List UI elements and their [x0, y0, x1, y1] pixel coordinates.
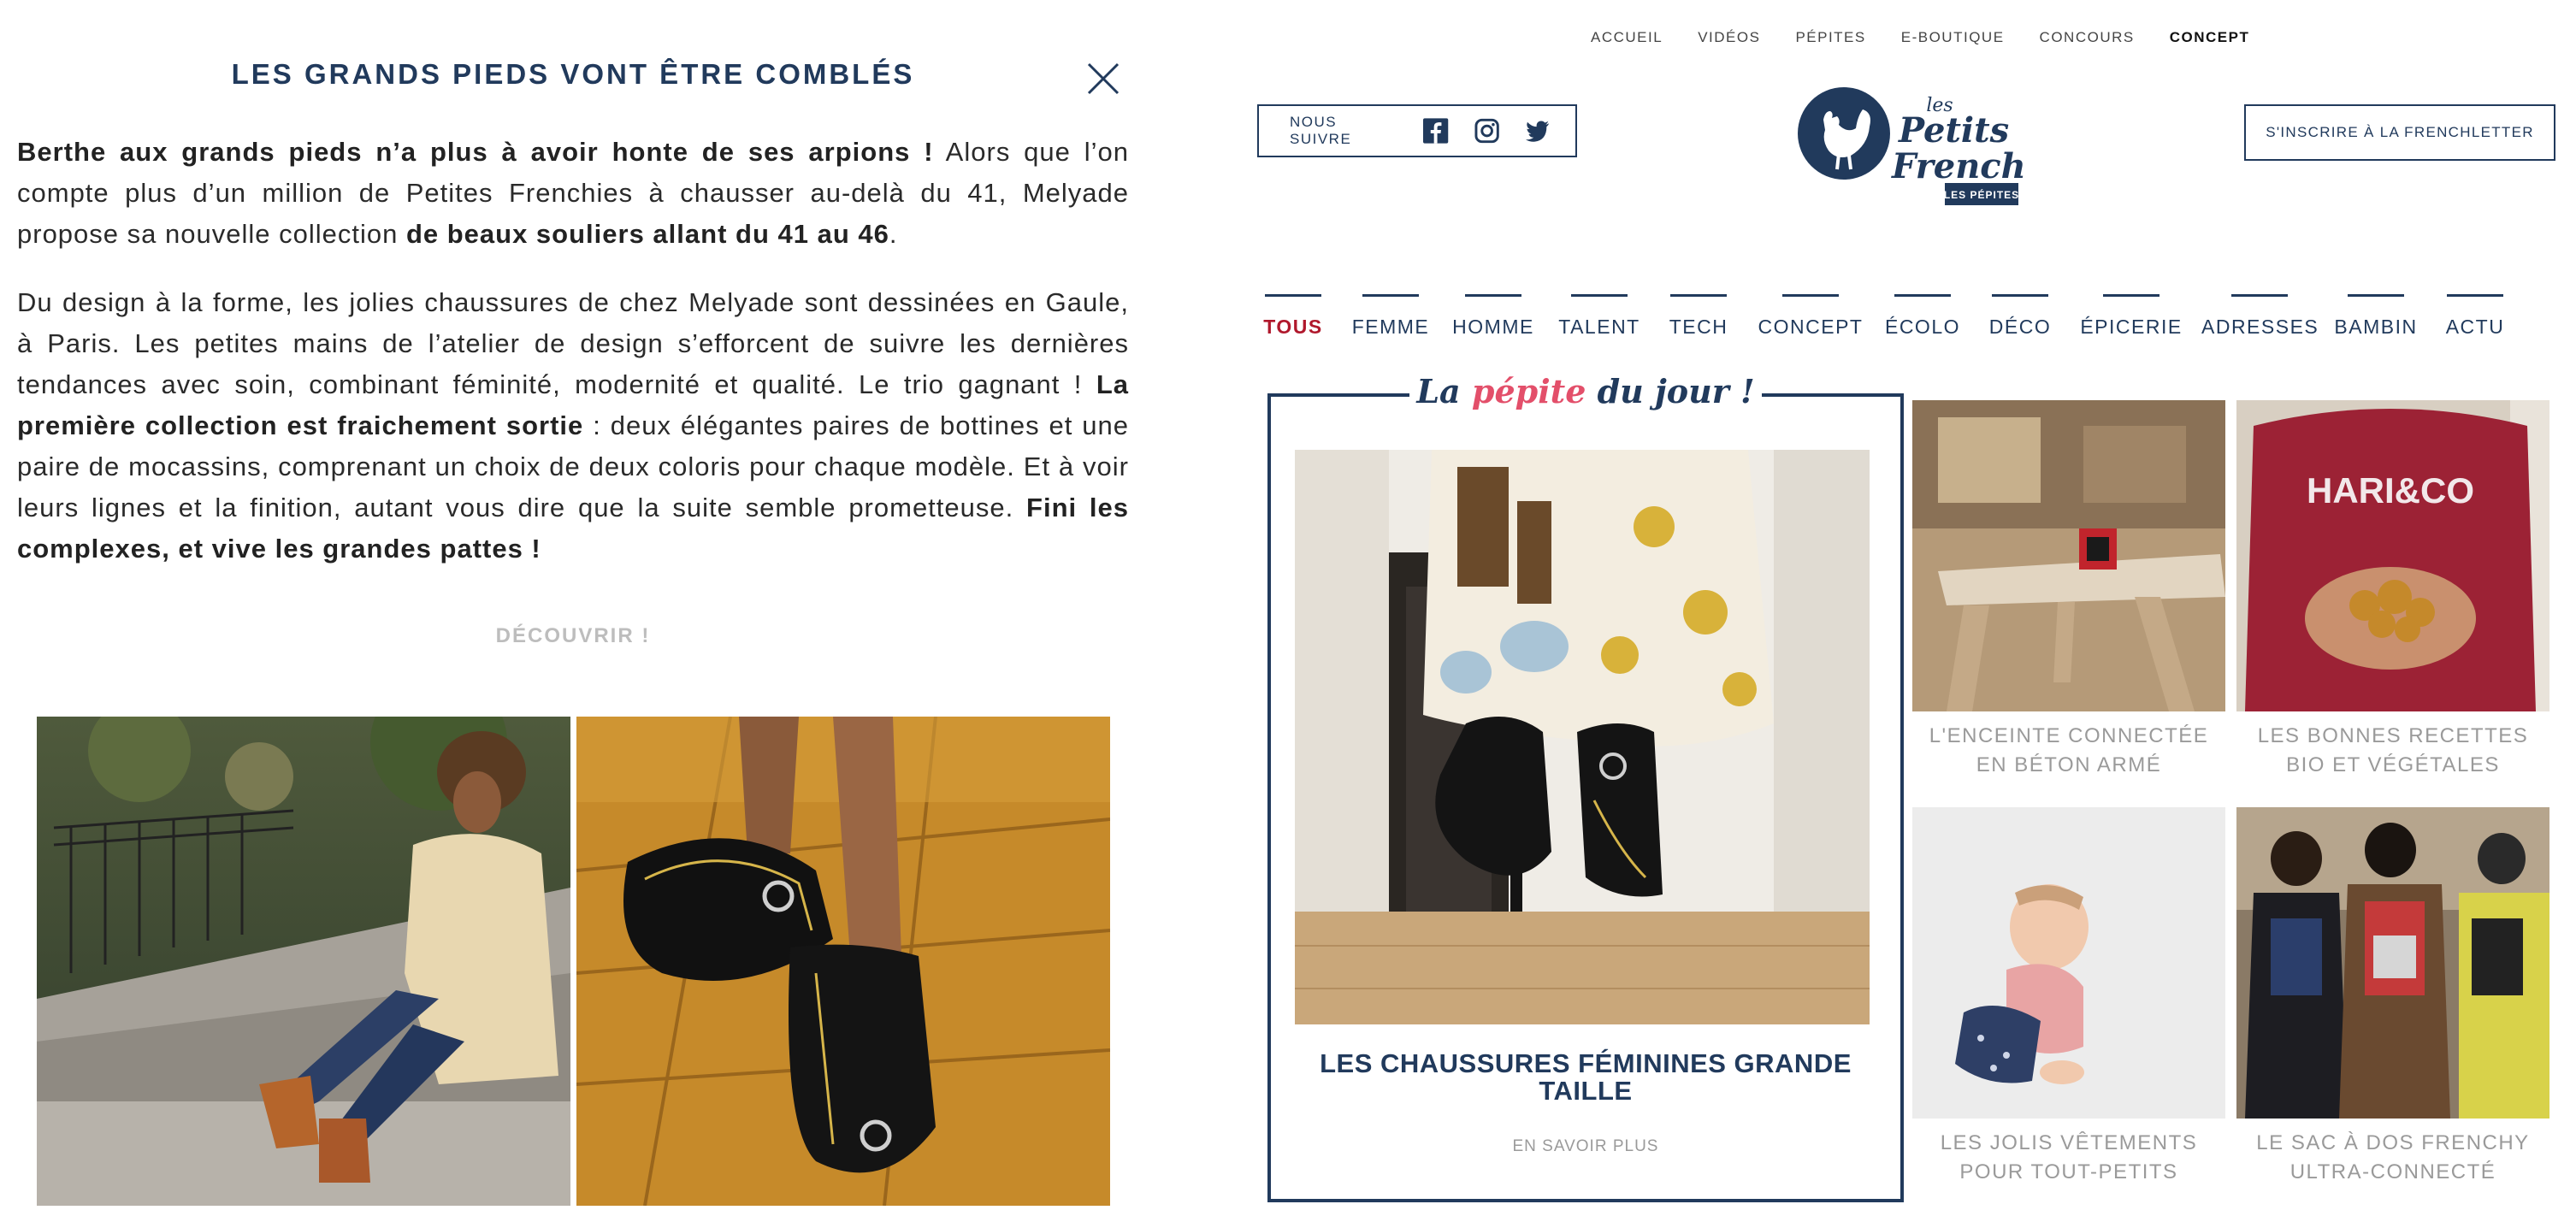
- article-card-enceinte[interactable]: L'ENCEINTE CONNECTÉE EN BÉTON ARMÉ: [1912, 400, 2225, 780]
- category-tab-homme[interactable]: HOMME: [1445, 294, 1541, 340]
- article-photo-loafers: [576, 717, 1110, 1206]
- site-panel: ACCUEIL VIDÉOS PÉPITES E-BOUTIQUE CONCOU…: [1249, 0, 2576, 1210]
- card-image-baby: [1912, 807, 2225, 1119]
- category-tab-concept[interactable]: CONCEPT: [1755, 294, 1866, 340]
- category-label: TOUS: [1263, 316, 1323, 338]
- newsletter-signup-button[interactable]: S'INSCRIRE À LA FRENCHLETTER: [2244, 104, 2555, 161]
- card-caption: LES JOLIS VÊTEMENTS POUR TOUT-PETITS: [1912, 1129, 2225, 1187]
- top-nav-item-concept[interactable]: CONCEPT: [2170, 29, 2250, 46]
- featured-read-more-link[interactable]: EN SAVOIR PLUS: [1288, 1137, 1883, 1156]
- featured-image-boots[interactable]: [1295, 450, 1870, 1024]
- card-caption-line-1: LE SAC À DOS FRENCHY: [2256, 1131, 2530, 1154]
- category-label: HOMME: [1452, 316, 1534, 338]
- top-nav-item-videos[interactable]: VIDÉOS: [1698, 29, 1760, 46]
- featured-heading-pepite: pépite: [1471, 372, 1586, 410]
- sweater-print-text: HARI&CO: [2307, 470, 2474, 511]
- category-tab-talent[interactable]: TALENT: [1551, 294, 1647, 340]
- card-caption-line-1: L'ENCEINTE CONNECTÉE: [1929, 724, 2209, 747]
- category-label: ÉCOLO: [1884, 316, 1961, 338]
- top-nav-item-pepites[interactable]: PÉPITES: [1795, 29, 1865, 46]
- article-photo-woman-stairs: [37, 717, 570, 1206]
- featured-heading-la: La: [1416, 372, 1472, 410]
- logo-text-frenchies: Frenchies: [1891, 146, 2027, 186]
- card-image-backpacks: [2236, 807, 2549, 1119]
- card-caption-line-2: EN BÉTON ARMÉ: [1976, 753, 2162, 776]
- article-title: LES GRANDS PIEDS VONT ÊTRE COMBLÉS: [231, 58, 915, 90]
- category-label: CONCEPT: [1758, 316, 1864, 338]
- article-card-vetements[interactable]: LES JOLIS VÊTEMENTS POUR TOUT-PETITS: [1912, 807, 2225, 1187]
- category-tab-actu[interactable]: ACTU: [2432, 294, 2518, 340]
- card-caption: LE SAC À DOS FRENCHY ULTRA-CONNECTÉ: [2236, 1129, 2549, 1187]
- category-tab-epicerie[interactable]: ÉPICERIE: [2073, 294, 2189, 340]
- category-label: TECH: [1669, 316, 1728, 338]
- article-bold-text: de beaux souliers allant du 41 au 46: [405, 219, 889, 249]
- discover-link[interactable]: DÉCOUVRIR !: [0, 624, 1146, 648]
- follow-box: NOUS SUIVRE: [1257, 104, 1577, 157]
- top-nav-item-accueil[interactable]: ACCUEIL: [1591, 29, 1663, 46]
- category-tab-adresses[interactable]: ADRESSES: [2201, 294, 2318, 340]
- article-text: Du design à la forme, les jolies chaussu…: [17, 287, 1129, 399]
- article-paragraph-1: Berthe aux grands pieds n’a plus à avoir…: [17, 132, 1129, 255]
- card-caption: LES BONNES RECETTES BIO ET VÉGÉTALES: [2236, 722, 2549, 780]
- logo-badge: LES PÉPITES: [1944, 188, 2019, 201]
- top-nav-item-concours[interactable]: CONCOURS: [2040, 29, 2135, 46]
- category-nav: TOUS FEMME HOMME TALENT TECH CONCEPT ÉCO…: [1261, 294, 2561, 340]
- category-label: FEMME: [1351, 316, 1430, 338]
- instagram-icon[interactable]: [1474, 118, 1499, 144]
- card-image-speaker: [1912, 400, 2225, 711]
- featured-title[interactable]: LES CHAUSSURES FÉMININES GRANDE TAILLE: [1288, 1050, 1883, 1105]
- article-card-recettes[interactable]: HARI&CO LES BONNES RECETTES BIO ET VÉGÉTA…: [2236, 400, 2549, 780]
- site-logo[interactable]: les Petits Frenchies LES PÉPITES: [1796, 86, 2080, 210]
- article-panel: LES GRANDS PIEDS VONT ÊTRE COMBLÉS Berth…: [0, 0, 1163, 1210]
- featured-heading: La pépite du jour !: [1409, 366, 1762, 417]
- logo-text-petits: Petits: [1898, 110, 2009, 151]
- card-caption: L'ENCEINTE CONNECTÉE EN BÉTON ARMÉ: [1912, 722, 2225, 780]
- twitter-icon[interactable]: [1525, 118, 1550, 144]
- category-tab-deco[interactable]: DÉCO: [1977, 294, 2063, 340]
- category-tab-tech[interactable]: TECH: [1656, 294, 1741, 340]
- top-nav-item-e-boutique[interactable]: E-BOUTIQUE: [1901, 29, 2005, 46]
- category-label: TALENT: [1558, 316, 1640, 338]
- article-bold-text: Berthe aux grands pieds n’a plus à avoir…: [17, 137, 934, 167]
- category-tab-femme[interactable]: FEMME: [1343, 294, 1439, 340]
- card-caption-line-2: BIO ET VÉGÉTALES: [2286, 753, 2500, 776]
- card-caption-line-2: ULTRA-CONNECTÉ: [2289, 1160, 2496, 1183]
- card-caption-line-1: LES BONNES RECETTES: [2257, 724, 2529, 747]
- close-icon[interactable]: [1086, 62, 1120, 96]
- category-label: ADRESSES: [2201, 316, 2319, 338]
- follow-label: NOUS SUIVRE: [1290, 114, 1352, 147]
- category-label: DÉCO: [1988, 316, 2052, 338]
- card-image-sweater: HARI&CO: [2236, 400, 2549, 711]
- article-card-sac[interactable]: LE SAC À DOS FRENCHY ULTRA-CONNECTÉ: [2236, 807, 2549, 1187]
- featured-pepite-card[interactable]: La pépite du jour ! LES CHAUSSURES FÉMIN…: [1267, 366, 1904, 1202]
- card-caption-line-1: LES JOLIS VÊTEMENTS: [1940, 1131, 2198, 1154]
- category-label: ACTU: [2445, 316, 2505, 338]
- article-paragraph-2: Du design à la forme, les jolies chaussu…: [17, 282, 1129, 570]
- facebook-icon[interactable]: [1423, 118, 1449, 144]
- category-label: BAMBIN: [2334, 316, 2418, 338]
- article-text: .: [889, 219, 898, 249]
- category-tab-ecolo[interactable]: ÉCOLO: [1875, 294, 1970, 340]
- category-tab-tous[interactable]: TOUS: [1261, 294, 1326, 340]
- category-label: ÉPICERIE: [2080, 316, 2183, 338]
- card-caption-line-2: POUR TOUT-PETITS: [1959, 1160, 2178, 1183]
- top-nav: ACCUEIL VIDÉOS PÉPITES E-BOUTIQUE CONCOU…: [1591, 29, 2249, 46]
- category-tab-bambin[interactable]: BAMBIN: [2328, 294, 2424, 340]
- featured-heading-rest: du jour !: [1586, 372, 1755, 410]
